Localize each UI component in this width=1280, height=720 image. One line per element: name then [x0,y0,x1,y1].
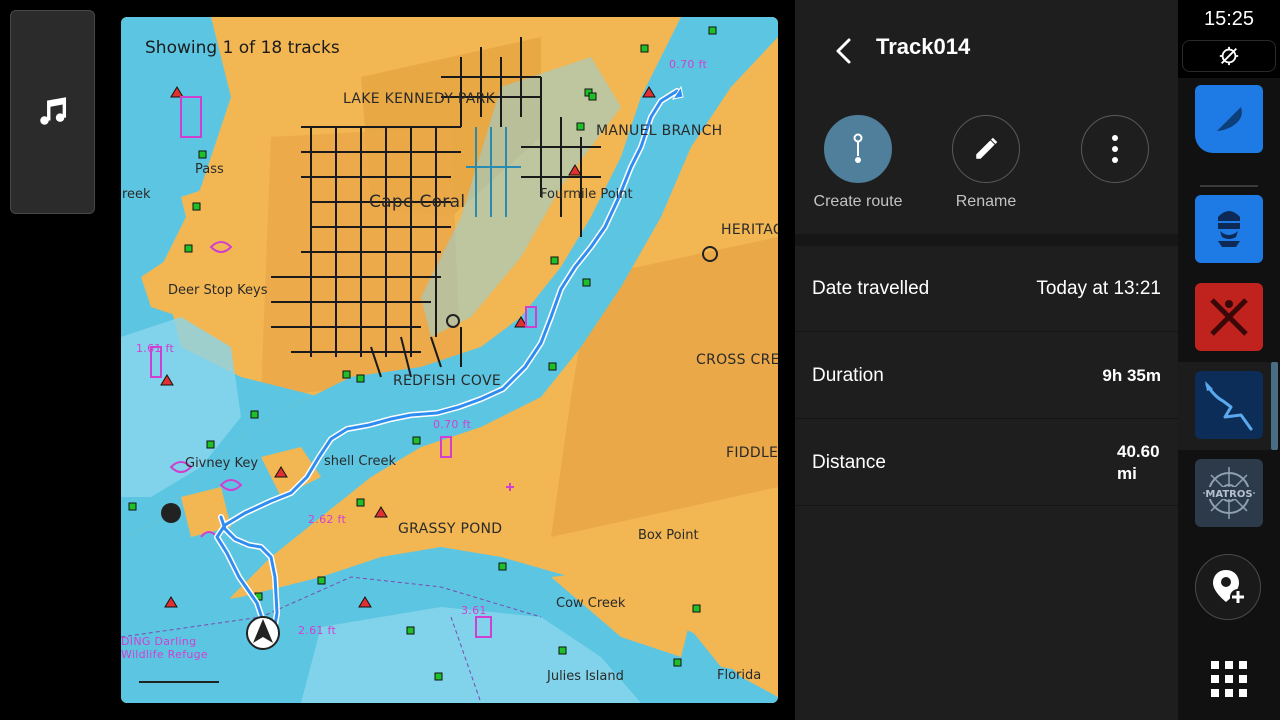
rename-label: Rename [955,193,1017,210]
map-label: Cape Coral [369,192,466,212]
depth-label: 1.61 ft [136,342,175,355]
map-label: Deer Stop Keys [168,283,268,298]
depth-label: 3.61 [461,604,487,617]
distance-value: 40.60 mi [1117,441,1160,483]
back-button[interactable] [827,30,859,72]
duration-row: Duration 9h 35m [795,333,1178,419]
rail-separator [1200,185,1258,187]
chevron-left-icon [836,38,851,64]
map-label: Wildlife Refuge [121,648,208,661]
apps-grid-button[interactable] [1211,661,1247,697]
map-label: FIDDLE [726,445,778,461]
map-label: LAKE KENNEDY PARK [343,91,496,107]
diver-app-tile[interactable] [1195,195,1263,263]
page-title: Track014 [876,34,971,59]
depth-label: 0.70 ft [669,58,708,71]
mob-app-icon [1210,298,1248,336]
section-divider [795,234,1178,246]
map-label: shell Creek [324,454,397,469]
matros-logo-text: MATROS [1205,489,1252,500]
matros-app-icon: MATROS [1203,467,1255,519]
map-label: Julies Island [547,669,624,684]
pencil-icon [976,137,998,159]
depth-label: 2.61 ft [298,624,337,637]
add-waypoint-button[interactable] [1195,554,1261,620]
create-route-label: Create route [813,193,903,210]
duration-label: Duration [812,364,884,386]
matros-app-tile[interactable]: MATROS [1195,459,1263,527]
map-label: Box Point [638,528,699,543]
active-app-indicator [1271,362,1278,450]
date-travelled-row: Date travelled Today at 13:21 [795,246,1178,332]
more-vertical-icon [1112,135,1118,163]
clock: 15:25 [1203,8,1255,30]
map-label: Fourmile Point [540,187,633,202]
map-label: CROSS CREE [696,352,778,368]
diver-app-icon [1218,211,1240,247]
map-label: Florida [717,668,762,683]
duration-value: 9h 35m [1102,365,1161,385]
map-label: Pass [195,162,224,177]
chart-map-graphics [121,17,778,703]
more-options-circle[interactable] [1081,115,1149,183]
map-label: Givney Key [185,456,259,471]
chart-app-tile[interactable] [1195,85,1263,153]
music-note-icon [39,97,66,125]
scale-bar [139,681,219,683]
gps-status[interactable] [1182,40,1276,72]
add-location-icon [1213,570,1246,605]
track-count-label: Showing 1 of 18 tracks [145,38,340,58]
create-route-circle[interactable] [824,115,892,183]
music-button[interactable] [10,10,95,214]
rename-button[interactable]: Rename [921,115,1051,211]
map-label: GRASSY POND [398,521,503,537]
chart-map[interactable]: Showing 1 of 18 tracks LAKE KENNEDY PARK… [121,17,778,703]
track-app-tile[interactable] [1195,371,1263,439]
distance-row: Distance 40.60 mi [795,420,1178,506]
map-label: MANUEL BRANCH [596,123,723,139]
gps-off-icon [1219,46,1239,66]
map-label: reek [122,187,151,202]
more-options-button[interactable] [1050,115,1180,183]
map-label: HERITAG [721,222,778,238]
map-label: REDFISH COVE [393,373,501,389]
depth-label: 0.70 ft [433,418,472,431]
date-travelled-label: Date travelled [812,277,930,299]
map-label: Cow Creek [556,596,626,611]
map-label: DING Darling [121,635,197,648]
depth-label: 2.62 ft [308,513,347,526]
track-app-icon [1205,381,1253,431]
distance-label: Distance [812,451,886,473]
chart-app-icon [1217,107,1242,131]
mob-app-tile[interactable] [1195,283,1263,351]
route-icon [853,133,863,163]
date-travelled-value: Today at 13:21 [1036,277,1161,299]
create-route-button[interactable]: Create route [793,115,923,211]
rename-circle[interactable] [952,115,1020,183]
grid-icon [1211,661,1247,697]
